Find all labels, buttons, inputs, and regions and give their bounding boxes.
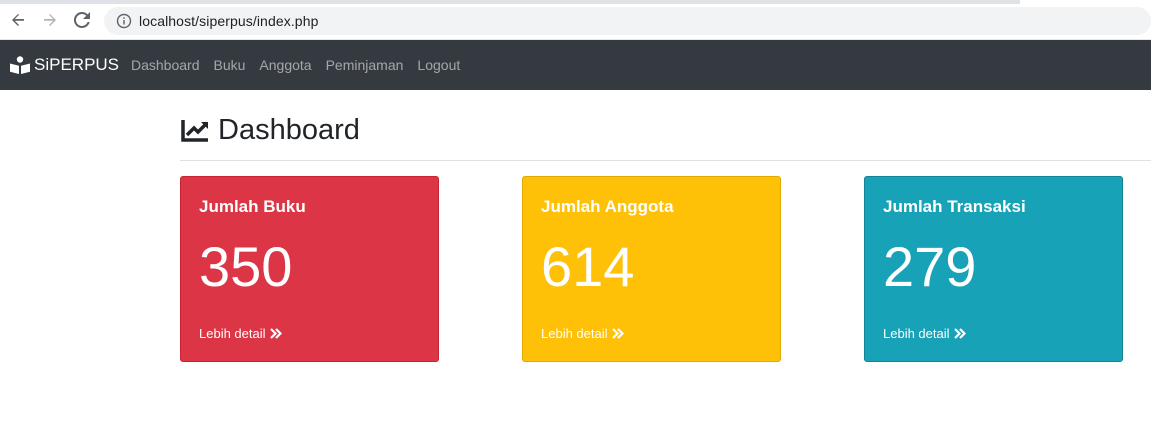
chart-line-icon bbox=[181, 119, 209, 142]
card-title: Jumlah Buku bbox=[199, 197, 306, 216]
back-button[interactable] bbox=[9, 11, 27, 29]
arrow-left-icon bbox=[12, 14, 24, 26]
detail-link-label: Lebih detail bbox=[541, 326, 608, 341]
card-title: Jumlah Transaksi bbox=[883, 197, 1026, 216]
card-title: Jumlah Anggota bbox=[541, 197, 674, 216]
card-jumlah-anggota: Jumlah Anggota 614 Lebih detail bbox=[522, 176, 781, 362]
nav-link-dashboard[interactable]: Dashboard bbox=[124, 57, 207, 73]
card-value: 350 bbox=[199, 235, 293, 298]
detail-link-label: Lebih detail bbox=[883, 326, 950, 341]
detail-link[interactable]: Lebih detail bbox=[541, 326, 624, 341]
nav-link-peminjaman[interactable]: Peminjaman bbox=[319, 57, 411, 73]
double-chevron-right-icon bbox=[269, 328, 282, 339]
book-reader-icon bbox=[10, 56, 30, 74]
nav-link-anggota[interactable]: Anggota bbox=[252, 57, 318, 73]
browser-toolbar: localhost/siperpus/index.php bbox=[0, 0, 1151, 40]
card-value: 614 bbox=[541, 235, 635, 298]
double-chevron-right-icon bbox=[611, 328, 624, 339]
brand-label: SiPERPUS bbox=[34, 55, 120, 74]
nav-link-buku[interactable]: Buku bbox=[207, 57, 253, 73]
card-value: 279 bbox=[883, 235, 977, 298]
header-divider bbox=[180, 160, 1151, 161]
url-text: localhost/siperpus/index.php bbox=[139, 13, 319, 29]
nav-link-logout[interactable]: Logout bbox=[410, 57, 467, 73]
card-jumlah-transaksi: Jumlah Transaksi 279 Lebih detail bbox=[864, 176, 1123, 362]
main-navbar: SiPERPUS Dashboard Buku Anggota Peminjam… bbox=[0, 40, 1151, 90]
page-title: Dashboard bbox=[218, 114, 360, 146]
reload-icon bbox=[74, 12, 90, 28]
double-chevron-right-icon bbox=[953, 328, 966, 339]
arrow-right-icon bbox=[44, 14, 56, 26]
detail-link[interactable]: Lebih detail bbox=[883, 326, 966, 341]
info-icon[interactable] bbox=[116, 13, 132, 29]
page-header: Dashboard bbox=[180, 114, 360, 147]
forward-button[interactable] bbox=[41, 11, 59, 29]
nav-links: Dashboard Buku Anggota Peminjaman Logout bbox=[124, 57, 467, 73]
address-bar[interactable]: localhost/siperpus/index.php bbox=[104, 7, 1151, 35]
reload-button[interactable] bbox=[73, 11, 91, 29]
card-jumlah-buku: Jumlah Buku 350 Lebih detail bbox=[180, 176, 439, 362]
detail-link-label: Lebih detail bbox=[199, 326, 266, 341]
detail-link[interactable]: Lebih detail bbox=[199, 326, 282, 341]
brand-link[interactable]: SiPERPUS bbox=[10, 55, 119, 75]
